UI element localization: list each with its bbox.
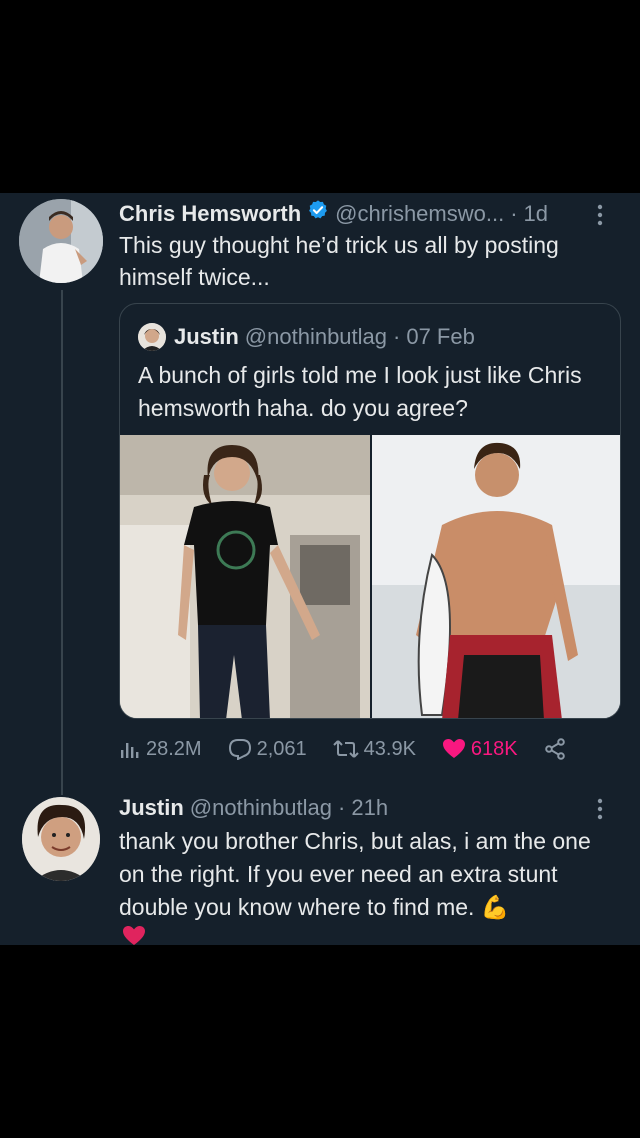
flexed-biceps-emoji: 💪 xyxy=(480,894,510,920)
reply-author-handle[interactable]: @nothinbutlag xyxy=(190,793,332,823)
views-stat[interactable]: 28.2M xyxy=(119,738,202,761)
author-name[interactable]: Chris Hemsworth xyxy=(119,199,301,229)
reply-button[interactable]: 2,061 xyxy=(228,738,307,761)
reply-text: thank you brother Chris, but alas, i am … xyxy=(119,825,614,924)
quoted-tweet-text: A bunch of girls told me I look just lik… xyxy=(138,362,582,421)
views-count: 28.2M xyxy=(146,737,202,760)
separator-dot: · xyxy=(393,324,401,349)
author-handle[interactable]: @chrishemswo... xyxy=(335,199,504,229)
reply-icon xyxy=(228,739,251,760)
quoted-author-name[interactable]: Justin xyxy=(174,322,239,352)
heart-icon xyxy=(442,739,465,758)
reply-header: Justin @nothinbutlag · 21h xyxy=(119,793,624,823)
like-button[interactable]: 618K xyxy=(442,738,518,761)
quoted-tweet-card[interactable]: Justin @nothinbutlag · 07 Feb A bunch of… xyxy=(119,303,621,719)
retweet-count: 43.9K xyxy=(363,737,416,760)
quoted-author-handle[interactable]: @nothinbutlag xyxy=(245,322,387,352)
share-icon xyxy=(544,738,565,760)
tweet-text: This guy thought he’d trick us all by po… xyxy=(119,232,559,290)
tweet-action-bar: 28.2M 2,061 43.9K 618K xyxy=(119,733,599,765)
avatar-chris-hemsworth[interactable] xyxy=(19,199,103,283)
like-count: 618K xyxy=(470,737,518,760)
share-button[interactable] xyxy=(544,738,571,760)
views-icon xyxy=(121,743,139,758)
tweet-time[interactable]: 1d xyxy=(524,199,548,229)
retweet-icon xyxy=(332,740,359,758)
separator-dot: · xyxy=(338,795,346,820)
more-vertical-icon[interactable] xyxy=(594,203,606,231)
reply-text-body: thank you brother Chris, but alas, i am … xyxy=(119,828,591,920)
reply-author-name[interactable]: Justin xyxy=(119,793,184,823)
retweet-button[interactable]: 43.9K xyxy=(332,737,416,761)
avatar-justin[interactable] xyxy=(22,797,100,881)
quoted-tweet-date[interactable]: 07 Feb xyxy=(406,322,475,352)
more-vertical-icon[interactable] xyxy=(594,797,606,825)
reply-time[interactable]: 21h xyxy=(351,793,388,823)
separator-dot: · xyxy=(510,201,518,226)
thread-connector-line xyxy=(61,290,63,795)
heart-reaction-icon[interactable] xyxy=(119,925,149,952)
photo-chris-hemsworth[interactable] xyxy=(372,435,620,718)
reply-count: 2,061 xyxy=(256,737,307,760)
verified-badge-icon xyxy=(307,199,329,229)
avatar-justin-small xyxy=(138,323,166,351)
tweet-header: Chris Hemsworth @chrishemswo... · 1d xyxy=(119,199,624,229)
photo-justin[interactable] xyxy=(120,435,370,718)
quoted-tweet-header: Justin @nothinbutlag · 07 Feb xyxy=(138,322,475,352)
